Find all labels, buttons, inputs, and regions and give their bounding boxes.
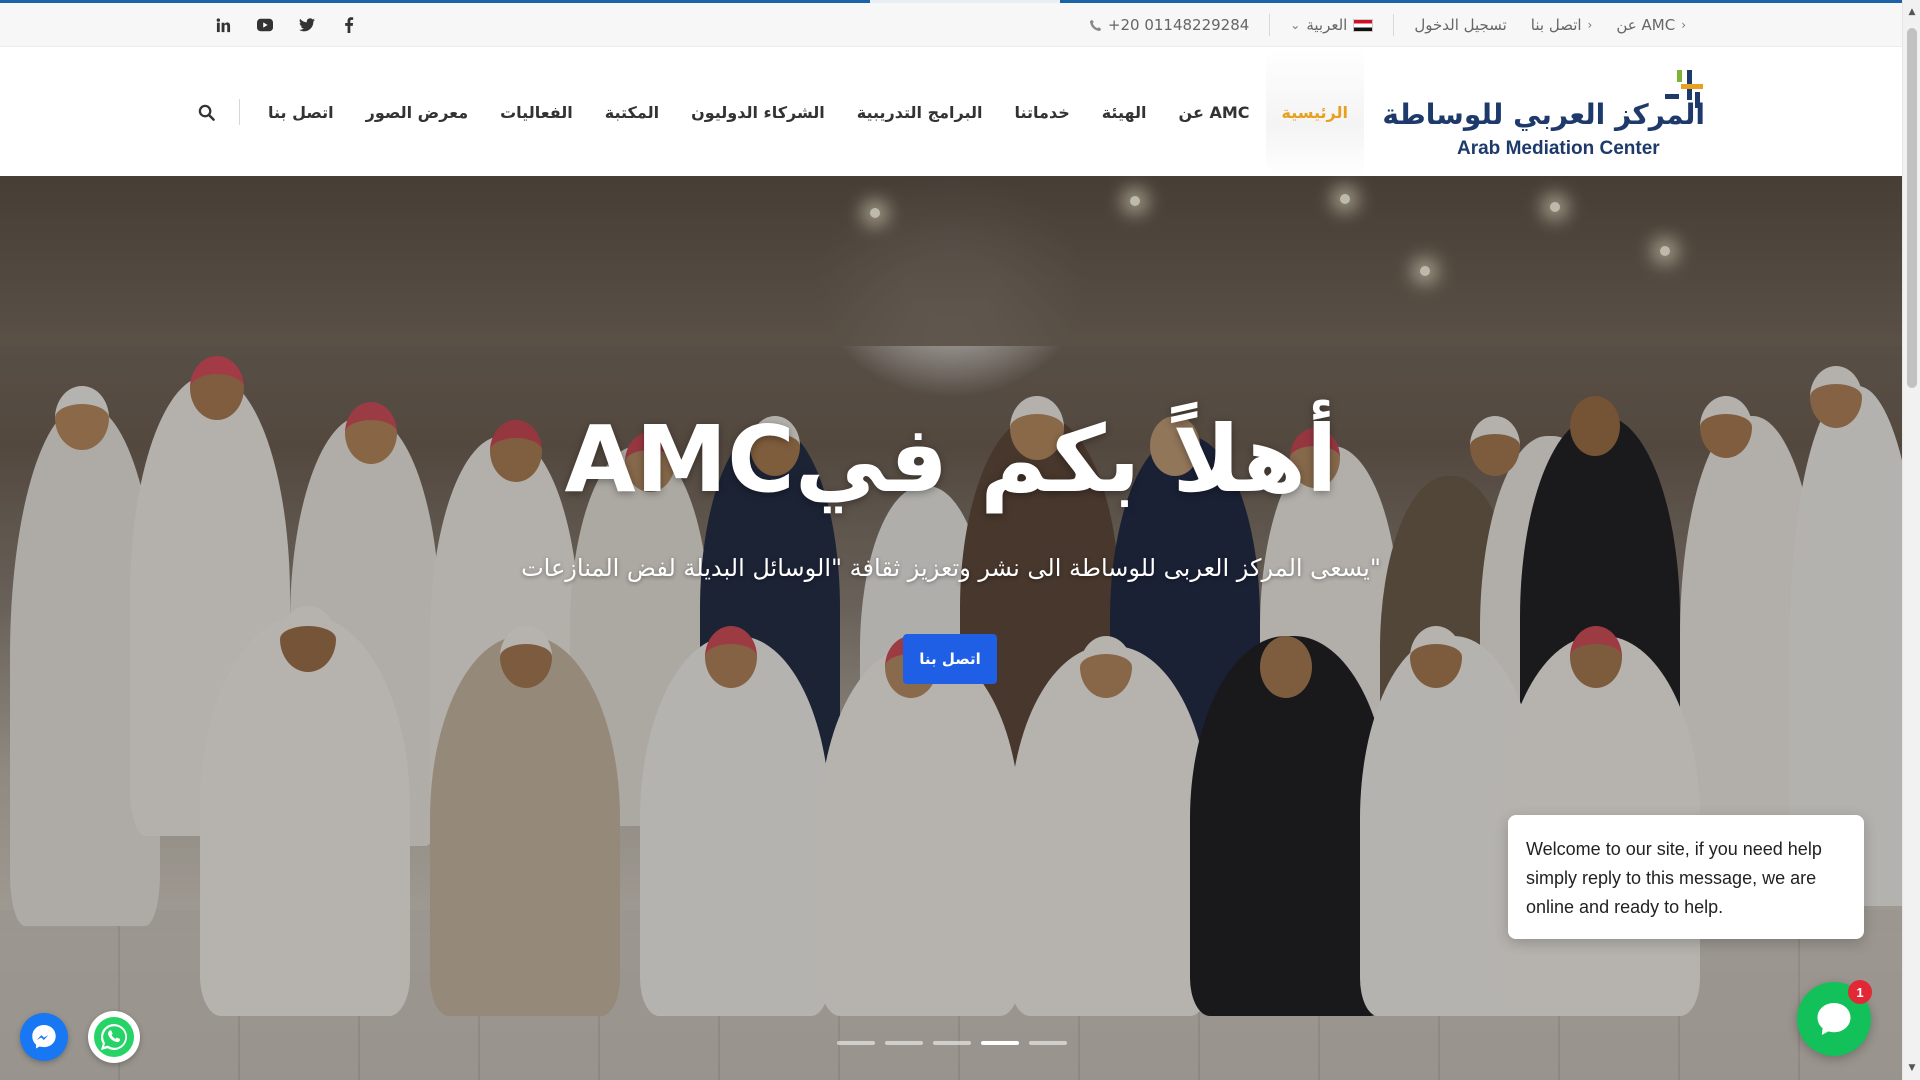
logo-arabic-text: المركز العربي للوساطة	[1382, 98, 1705, 131]
hero-overlay	[0, 176, 1902, 1080]
nav-item-gallery[interactable]: معرض الصور	[350, 48, 484, 176]
top-bar: +20 01148229284 ⌄ العربية تسجيل الدخول ا…	[0, 3, 1902, 47]
divider	[1269, 14, 1271, 36]
phone-link[interactable]: +20 01148229284	[1077, 16, 1261, 34]
contact-link[interactable]: اتصل بنا ›	[1519, 16, 1605, 34]
egypt-flag-icon	[1353, 18, 1374, 32]
login-link[interactable]: تسجيل الدخول	[1402, 16, 1518, 34]
contact-label: اتصل بنا	[1530, 16, 1582, 34]
nav-item-training[interactable]: البرامج التدريبية	[841, 48, 999, 176]
slider-dot[interactable]	[1029, 1041, 1067, 1045]
whatsapp-icon[interactable]	[88, 1011, 140, 1063]
language-selector[interactable]: ⌄ العربية	[1278, 16, 1385, 34]
chevron-right-icon: ›	[1681, 18, 1686, 32]
social-links	[215, 3, 357, 47]
login-label: تسجيل الدخول	[1414, 16, 1507, 34]
scrollbar-thumb[interactable]	[1907, 28, 1917, 388]
slider-dot-active[interactable]	[981, 1041, 1019, 1045]
page-scrollbar[interactable]: ▲ ▼	[1902, 0, 1920, 1080]
facebook-icon[interactable]	[341, 17, 357, 33]
nav-item-library[interactable]: المكتبة	[589, 48, 675, 176]
youtube-icon[interactable]	[257, 17, 273, 33]
nav-item-home[interactable]: الرئيسية	[1265, 48, 1364, 176]
chat-welcome-message[interactable]: Welcome to our site, if you need help si…	[1508, 815, 1864, 939]
hero-slider: أهلاً بكم فيAMC "يسعى المركز العربى للوس…	[0, 176, 1902, 1080]
phone-icon	[1089, 19, 1102, 31]
nav-item-about[interactable]: عن AMC	[1163, 48, 1266, 176]
divider	[1393, 14, 1395, 36]
about-link[interactable]: عن AMC ›	[1604, 16, 1698, 34]
chat-notification-badge: 1	[1848, 980, 1872, 1004]
slider-dot[interactable]	[933, 1041, 971, 1045]
nav-item-events[interactable]: الفعاليات	[484, 48, 589, 176]
twitter-icon[interactable]	[299, 17, 315, 33]
linkedin-icon[interactable]	[215, 17, 231, 33]
site-logo[interactable]: المركز العربي للوساطة Arab Mediation Cen…	[1382, 66, 1705, 166]
nav-item-services[interactable]: خدماتنا	[998, 48, 1085, 176]
top-bar-links: +20 01148229284 ⌄ العربية تسجيل الدخول ا…	[1077, 3, 1698, 47]
chevron-down-icon: ⌄	[1290, 18, 1301, 32]
search-icon[interactable]	[187, 92, 227, 132]
nav-divider	[238, 99, 240, 125]
hero-contact-button[interactable]: اتصل بنا	[903, 634, 997, 684]
messenger-icon[interactable]	[20, 1013, 68, 1061]
nav-item-partners[interactable]: الشركاء الدوليون	[675, 48, 841, 176]
main-header: المركز العربي للوساطة Arab Mediation Cen…	[0, 48, 1902, 176]
slider-pagination	[837, 1041, 1067, 1045]
slider-dot[interactable]	[885, 1041, 923, 1045]
scroll-up-arrow-icon[interactable]: ▲	[1907, 6, 1917, 18]
nav-item-contact[interactable]: اتصل بنا	[252, 48, 350, 176]
phone-number: +20 01148229284	[1107, 16, 1250, 34]
chevron-right-icon: ›	[1587, 18, 1593, 32]
language-label: العربية	[1306, 16, 1348, 34]
slider-dot[interactable]	[837, 1041, 875, 1045]
nav-item-board[interactable]: الهيئة	[1086, 48, 1163, 176]
main-navigation: الرئيسية عن AMC الهيئة خدماتنا البرامج ا…	[187, 48, 1364, 176]
hero-title: أهلاً بكم فيAMC	[564, 406, 1338, 513]
about-label: عن AMC	[1616, 16, 1676, 34]
hero-subtitle: "يسعى المركز العربى للوساطة الى نشر وتعز…	[521, 554, 1381, 582]
logo-english-text: Arab Mediation Center	[1457, 138, 1660, 159]
scroll-down-arrow-icon[interactable]: ▼	[1907, 1062, 1917, 1074]
